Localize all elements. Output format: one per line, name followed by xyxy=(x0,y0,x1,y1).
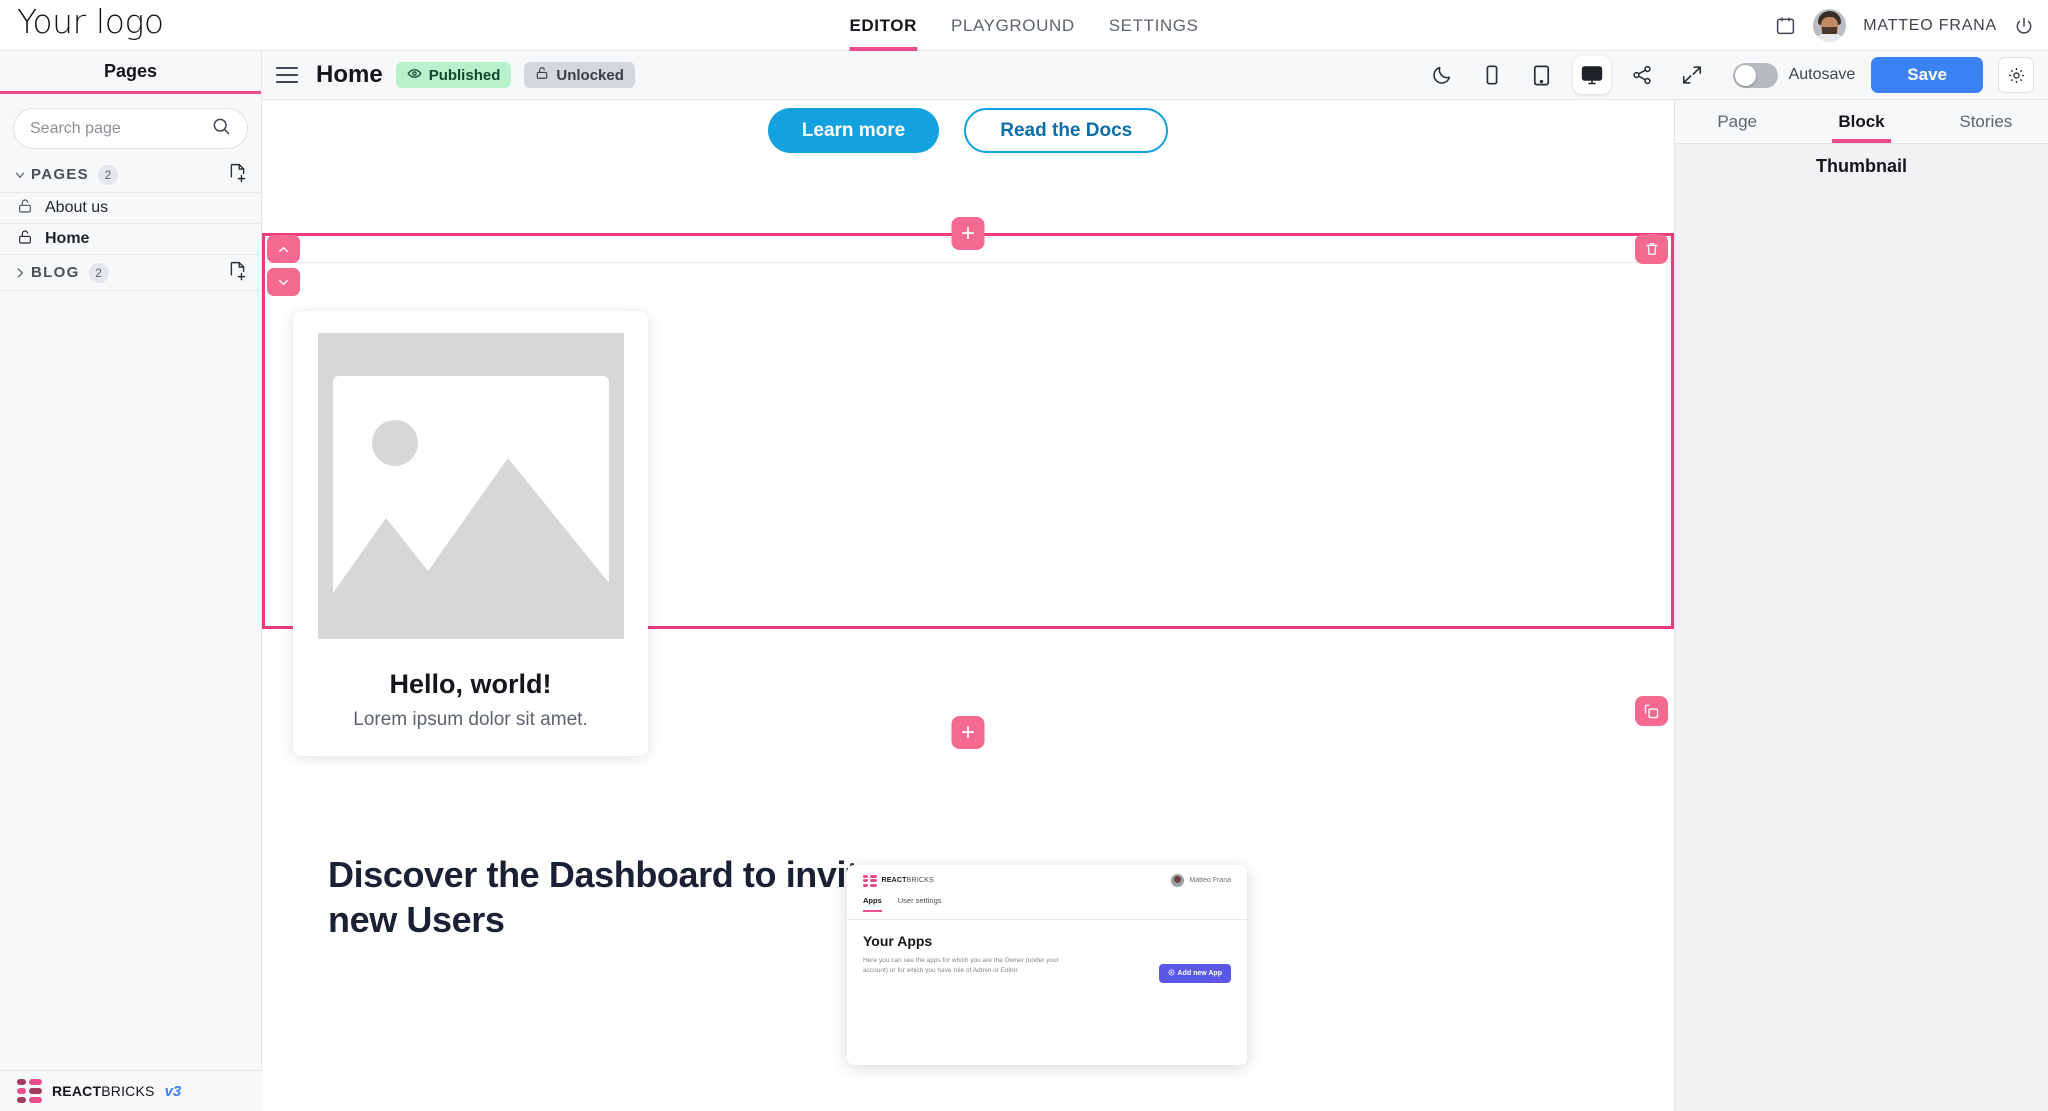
desktop-preview-button[interactable] xyxy=(1572,56,1611,94)
top-navigation: EDITOR PLAYGROUND SETTINGS xyxy=(849,0,1198,51)
eye-icon xyxy=(407,66,422,85)
dashboard-tab-apps: Apps xyxy=(863,896,882,912)
tab-page[interactable]: Page xyxy=(1675,100,1799,143)
dashboard-brand: REACTBRICKS xyxy=(881,877,934,884)
dashboard-mock-tabs: Apps User settings xyxy=(847,896,1247,919)
tab-playground[interactable]: PLAYGROUND xyxy=(951,0,1075,51)
image-placeholder-icon[interactable] xyxy=(318,333,624,639)
card-subtitle: Lorem ipsum dolor sit amet. xyxy=(353,709,588,730)
app-root: Your logo EDITOR PLAYGROUND SETTINGS MAT… xyxy=(0,0,2048,1111)
avatar[interactable] xyxy=(1813,9,1847,42)
sidebar-title: Pages xyxy=(103,60,158,81)
add-blog-post-icon[interactable] xyxy=(227,260,248,286)
top-bar-right: MATTEO FRANA xyxy=(1775,0,2034,51)
dark-mode-toggle[interactable] xyxy=(1423,56,1461,94)
status-badge-unlocked-label: Unlocked xyxy=(556,66,624,84)
group-blog[interactable]: BLOG 2 xyxy=(0,255,261,291)
power-icon[interactable] xyxy=(2014,16,2034,36)
tab-stories[interactable]: Stories xyxy=(1924,100,2048,143)
properties-tabs: Page Block Stories xyxy=(1675,100,2048,144)
search-icon[interactable] xyxy=(211,116,231,141)
add-block-bottom-button[interactable]: + xyxy=(951,716,985,749)
gear-icon[interactable] xyxy=(1998,57,2034,93)
properties-panel: Page Block Stories Thumbnail xyxy=(1674,100,2048,1111)
move-block-up-button[interactable] xyxy=(267,235,300,263)
group-label-pages: PAGES xyxy=(31,166,89,183)
brand-bold: REACT xyxy=(52,1083,102,1099)
dashboard-heading: Your Apps xyxy=(863,933,933,949)
panel-section-title: Thumbnail xyxy=(1675,144,2048,188)
dashboard-paragraph: Here you can see the apps for which you … xyxy=(863,957,1059,974)
dashboard-mock-body: Your Apps Here you can see the apps for … xyxy=(847,920,1247,983)
autosave-toggle[interactable] xyxy=(1732,62,1778,88)
dashboard-mock-header: REACTBRICKS Matteo Frana xyxy=(847,865,1247,896)
learn-more-button[interactable]: Learn more xyxy=(767,108,940,153)
editor-toolbar xyxy=(1423,56,1711,94)
reactbricks-logo-icon xyxy=(17,1079,42,1103)
reactbricks-logo-icon: REACTBRICKS xyxy=(863,874,934,887)
tablet-preview-button[interactable] xyxy=(1523,56,1561,94)
brand-light: BRICKS xyxy=(101,1083,155,1099)
add-page-icon[interactable] xyxy=(227,162,248,188)
editor-header: Home Published Unlocked Autosave Save xyxy=(262,51,2048,100)
feature-card[interactable]: Hello, world! Lorem ipsum dolor sit amet… xyxy=(293,311,648,756)
dashboard-tab-user-settings: User settings xyxy=(897,896,942,905)
dashboard-user: Matteo Frana xyxy=(1171,874,1231,887)
dashboard-screenshot: REACTBRICKS Matteo Frana Apps User setti… xyxy=(847,865,1247,1065)
page-title: Home xyxy=(316,61,383,88)
chevron-down-icon[interactable] xyxy=(13,168,31,182)
mobile-preview-button[interactable] xyxy=(1473,56,1511,94)
brand-name: REACTBRICKS xyxy=(52,1083,155,1099)
share-icon[interactable] xyxy=(1623,56,1661,94)
read-the-docs-button[interactable]: Read the Docs xyxy=(964,108,1169,153)
autosave-control: Autosave xyxy=(1732,62,1856,88)
unlocked-icon xyxy=(535,66,549,84)
tab-block[interactable]: Block xyxy=(1799,100,1923,143)
status-badge-published: Published xyxy=(395,62,512,88)
tab-settings[interactable]: SETTINGS xyxy=(1109,0,1199,51)
block-divider xyxy=(265,262,1671,263)
save-button[interactable]: Save xyxy=(1871,57,1983,93)
add-block-top-button[interactable]: + xyxy=(951,217,985,250)
app-logo: Your logo xyxy=(17,2,164,41)
move-block-down-button[interactable] xyxy=(267,268,300,296)
menu-icon[interactable] xyxy=(276,67,298,83)
autosave-label: Autosave xyxy=(1788,66,1856,83)
delete-block-button[interactable] xyxy=(1635,234,1668,264)
search-box[interactable] xyxy=(13,108,248,149)
group-label-blog: BLOG xyxy=(31,264,80,281)
chevron-right-icon[interactable] xyxy=(13,266,31,280)
search-wrapper xyxy=(0,94,261,157)
brand-footer: REACTBRICKS v3 xyxy=(0,1070,262,1111)
group-count-blog: 2 xyxy=(88,262,109,283)
editor-canvas[interactable]: Learn more Read the Docs Hello, world! L… xyxy=(262,100,1674,1111)
search-input[interactable] xyxy=(30,119,211,138)
dashboard-add-app-button: Add new App xyxy=(1158,964,1231,983)
brand-version: v3 xyxy=(164,1082,182,1100)
fullscreen-icon[interactable] xyxy=(1673,56,1711,94)
dashboard-user-name: Matteo Frana xyxy=(1189,877,1231,884)
plus-circle-icon xyxy=(1168,969,1175,978)
status-badge-published-label: Published xyxy=(428,66,501,84)
sidebar-item-about-us[interactable]: About us xyxy=(0,193,261,224)
sidebar-item-home[interactable]: Home xyxy=(0,224,261,255)
calendar-icon[interactable] xyxy=(1775,15,1796,36)
unlocked-icon xyxy=(17,229,33,250)
sidebar-item-label: Home xyxy=(45,230,90,247)
duplicate-block-button[interactable] xyxy=(1635,696,1668,726)
user-name: MATTEO FRANA xyxy=(1863,16,1997,34)
unlocked-icon xyxy=(17,198,33,219)
dashboard-cta-label: Add new App xyxy=(1177,970,1222,977)
group-count-pages: 2 xyxy=(97,164,118,185)
card-title: Hello, world! xyxy=(389,669,552,699)
tab-editor[interactable]: EDITOR xyxy=(849,0,917,51)
selected-block[interactable]: Hello, world! Lorem ipsum dolor sit amet… xyxy=(262,233,1674,756)
hero-button-group: Learn more Read the Docs xyxy=(262,108,1674,153)
group-pages[interactable]: PAGES 2 xyxy=(0,157,261,193)
sidebar-item-label: About us xyxy=(45,199,109,216)
avatar xyxy=(1171,874,1185,887)
pages-sidebar: Pages PAGES 2 xyxy=(0,51,262,1111)
top-bar: Your logo EDITOR PLAYGROUND SETTINGS MAT… xyxy=(0,0,2048,51)
status-badge-unlocked: Unlocked xyxy=(524,62,635,88)
